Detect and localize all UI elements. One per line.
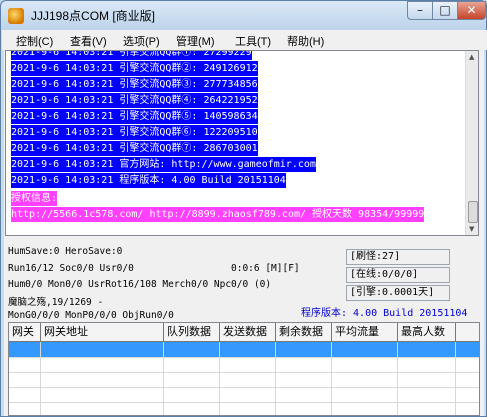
column-divider [397,342,398,415]
gateway-table[interactable]: 网关 网关地址 队列数据 发送数据 剩余数据 平均流量 最高人数 [8,322,480,416]
column-divider [163,342,164,415]
log-line: 2021-9-6 14:03:21 引擎交流QQ群⑦: 286703001 [11,141,258,156]
menu-bar: 控制(C) 查看(V) 选项(P) 管理(M) 工具(T) 帮助(H) [2,30,487,50]
app-icon [8,8,24,24]
log-panel[interactable]: 2021-9-6 14:03:21 引擎交流QQ群①: 27299229 202… [5,50,479,236]
scroll-down-icon[interactable]: ▼ [469,225,474,233]
program-version: 程序版本: 4.00 Build 20151104 [301,308,468,319]
close-button[interactable]: ✕ [457,1,486,20]
log-line: 2021-9-6 14:03:21 引擎交流QQ群④: 264221952 [11,93,258,108]
table-row[interactable] [9,357,479,373]
log-line: 2021-9-6 14:03:21 程序版本: 4.00 Build 20151… [11,173,286,188]
column-remaining-data[interactable]: 剩余数据 [276,323,332,341]
title-bar[interactable]: JJJ198点COM [商业版] – □ ✕ [1,1,486,30]
table-header: 网关 网关地址 队列数据 发送数据 剩余数据 平均流量 最高人数 [9,323,479,342]
minimize-button[interactable]: – [407,1,433,20]
log-line: 2021-9-6 14:03:21 引擎交流QQ群⑤: 140598634 [11,109,258,124]
column-max-users[interactable]: 最高人数 [398,323,456,341]
column-divider [455,342,456,415]
engine-status: [引擎:0.0001天] [346,285,450,301]
log-line: 2021-9-6 14:03:21 引擎交流QQ群①: 27299229 [11,51,252,60]
column-queue-data[interactable]: 队列数据 [164,323,220,341]
log-line: 2021-9-6 14:03:21 引擎交流QQ群⑥: 122209510 [11,125,258,140]
auth-header: 授权信息: [11,191,58,206]
log-line: 2021-9-6 14:03:21 引擎交流QQ群②: 249126912 [11,61,258,76]
auth-info: http://5566.1c578.com/ http://8899.zhaos… [11,207,425,222]
map-stats: 魔脑之殇,19/1269 - [8,297,104,308]
scroll-up-icon[interactable]: ▲ [469,53,474,61]
maximize-button[interactable]: □ [432,1,458,20]
table-row[interactable] [9,372,479,388]
column-gateway-address[interactable]: 网关地址 [41,323,164,341]
menu-manage[interactable]: 管理(M) [176,33,215,49]
column-divider [331,342,332,415]
column-divider [275,342,276,415]
timer-flags: 0:0:6 [M][F] [231,263,300,274]
log-scrollbar[interactable]: ▲ ▼ [465,51,478,235]
log-line: 2021-9-6 14:03:21 官方网站: http://www.gameo… [11,157,316,172]
column-gateway[interactable]: 网关 [9,323,41,341]
menu-options[interactable]: 选项(P) [123,33,160,49]
menu-tools[interactable]: 工具(T) [235,33,271,49]
refresh-monster-status: [刷怪:27] [346,249,450,265]
mon-stats: MonG0/0/0 MonP0/0/0 ObjRun0/0 [8,310,174,321]
column-average-traffic[interactable]: 平均流量 [332,323,398,341]
log-line: 2021-9-6 14:03:21 引擎交流QQ群③: 277734856 [11,77,258,92]
column-divider [219,342,220,415]
online-status: [在线:0/0/0] [346,267,450,283]
table-row[interactable] [9,402,479,415]
table-row[interactable] [9,342,479,358]
window-title: JJJ198点COM [商业版] [31,9,156,23]
save-stats: HumSave:0 HeroSave:0 [8,246,123,257]
main-window: JJJ198点COM [商业版] – □ ✕ 控制(C) 查看(V) 选项(P)… [0,0,487,417]
scroll-thumb[interactable] [468,201,478,223]
menu-help[interactable]: 帮助(H) [287,33,324,49]
menu-control[interactable]: 控制(C) [16,33,53,49]
run-stats: Run16/12 Soc0/0 Usr0/0 [8,263,134,274]
table-row[interactable] [9,387,479,403]
column-send-data[interactable]: 发送数据 [220,323,276,341]
hum-stats: Hum0/0 Mon0/0 UsrRot16/108 Merch0/0 Npc0… [8,279,272,290]
column-divider [40,342,41,415]
menu-view[interactable]: 查看(V) [70,33,107,49]
